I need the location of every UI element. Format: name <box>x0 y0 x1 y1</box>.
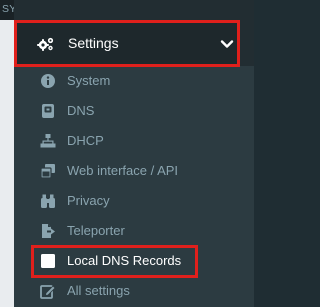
submenu-item-teleporter[interactable]: Teleporter <box>14 216 254 246</box>
sitemap-icon <box>40 133 56 149</box>
sidebar-item-label: Settings <box>68 35 119 51</box>
content-area-edge <box>0 0 14 307</box>
submenu-item-label: Teleporter <box>67 223 125 238</box>
edit-icon <box>40 283 56 299</box>
submenu-item-label: Local DNS Records <box>67 253 182 268</box>
cogs-icon <box>37 36 55 52</box>
submenu-item-local-dns-records[interactable]: Local DNS Records <box>14 246 254 276</box>
submenu-item-label: Privacy <box>67 193 110 208</box>
window-restore-icon <box>40 163 56 179</box>
submenu-item-dns[interactable]: DNS <box>14 96 254 126</box>
submenu-item-system[interactable]: System <box>14 66 254 96</box>
settings-submenu: System DNS DHCP Web interface / API Priv… <box>14 66 254 307</box>
submenu-item-label: DNS <box>67 103 95 118</box>
info-circle-icon <box>40 73 56 89</box>
submenu-item-label: All settings <box>67 283 130 298</box>
binoculars-icon <box>40 193 56 209</box>
chevron-down-icon[interactable] <box>220 37 234 51</box>
submenu-item-web-interface[interactable]: Web interface / API <box>14 156 254 186</box>
file-export-icon <box>40 223 56 239</box>
address-card-icon <box>40 253 56 269</box>
submenu-item-label: DHCP <box>67 133 104 148</box>
sidebar-item-settings[interactable]: Settings <box>14 22 240 66</box>
submenu-item-all-settings[interactable]: All settings <box>14 276 254 306</box>
submenu-item-privacy[interactable]: Privacy <box>14 186 254 216</box>
page: SYSTEM Settings <box>0 0 254 307</box>
server-icon <box>40 103 56 119</box>
submenu-item-label: Web interface / API <box>67 163 179 178</box>
submenu-item-label: System <box>67 73 111 88</box>
submenu-item-dhcp[interactable]: DHCP <box>14 126 254 156</box>
